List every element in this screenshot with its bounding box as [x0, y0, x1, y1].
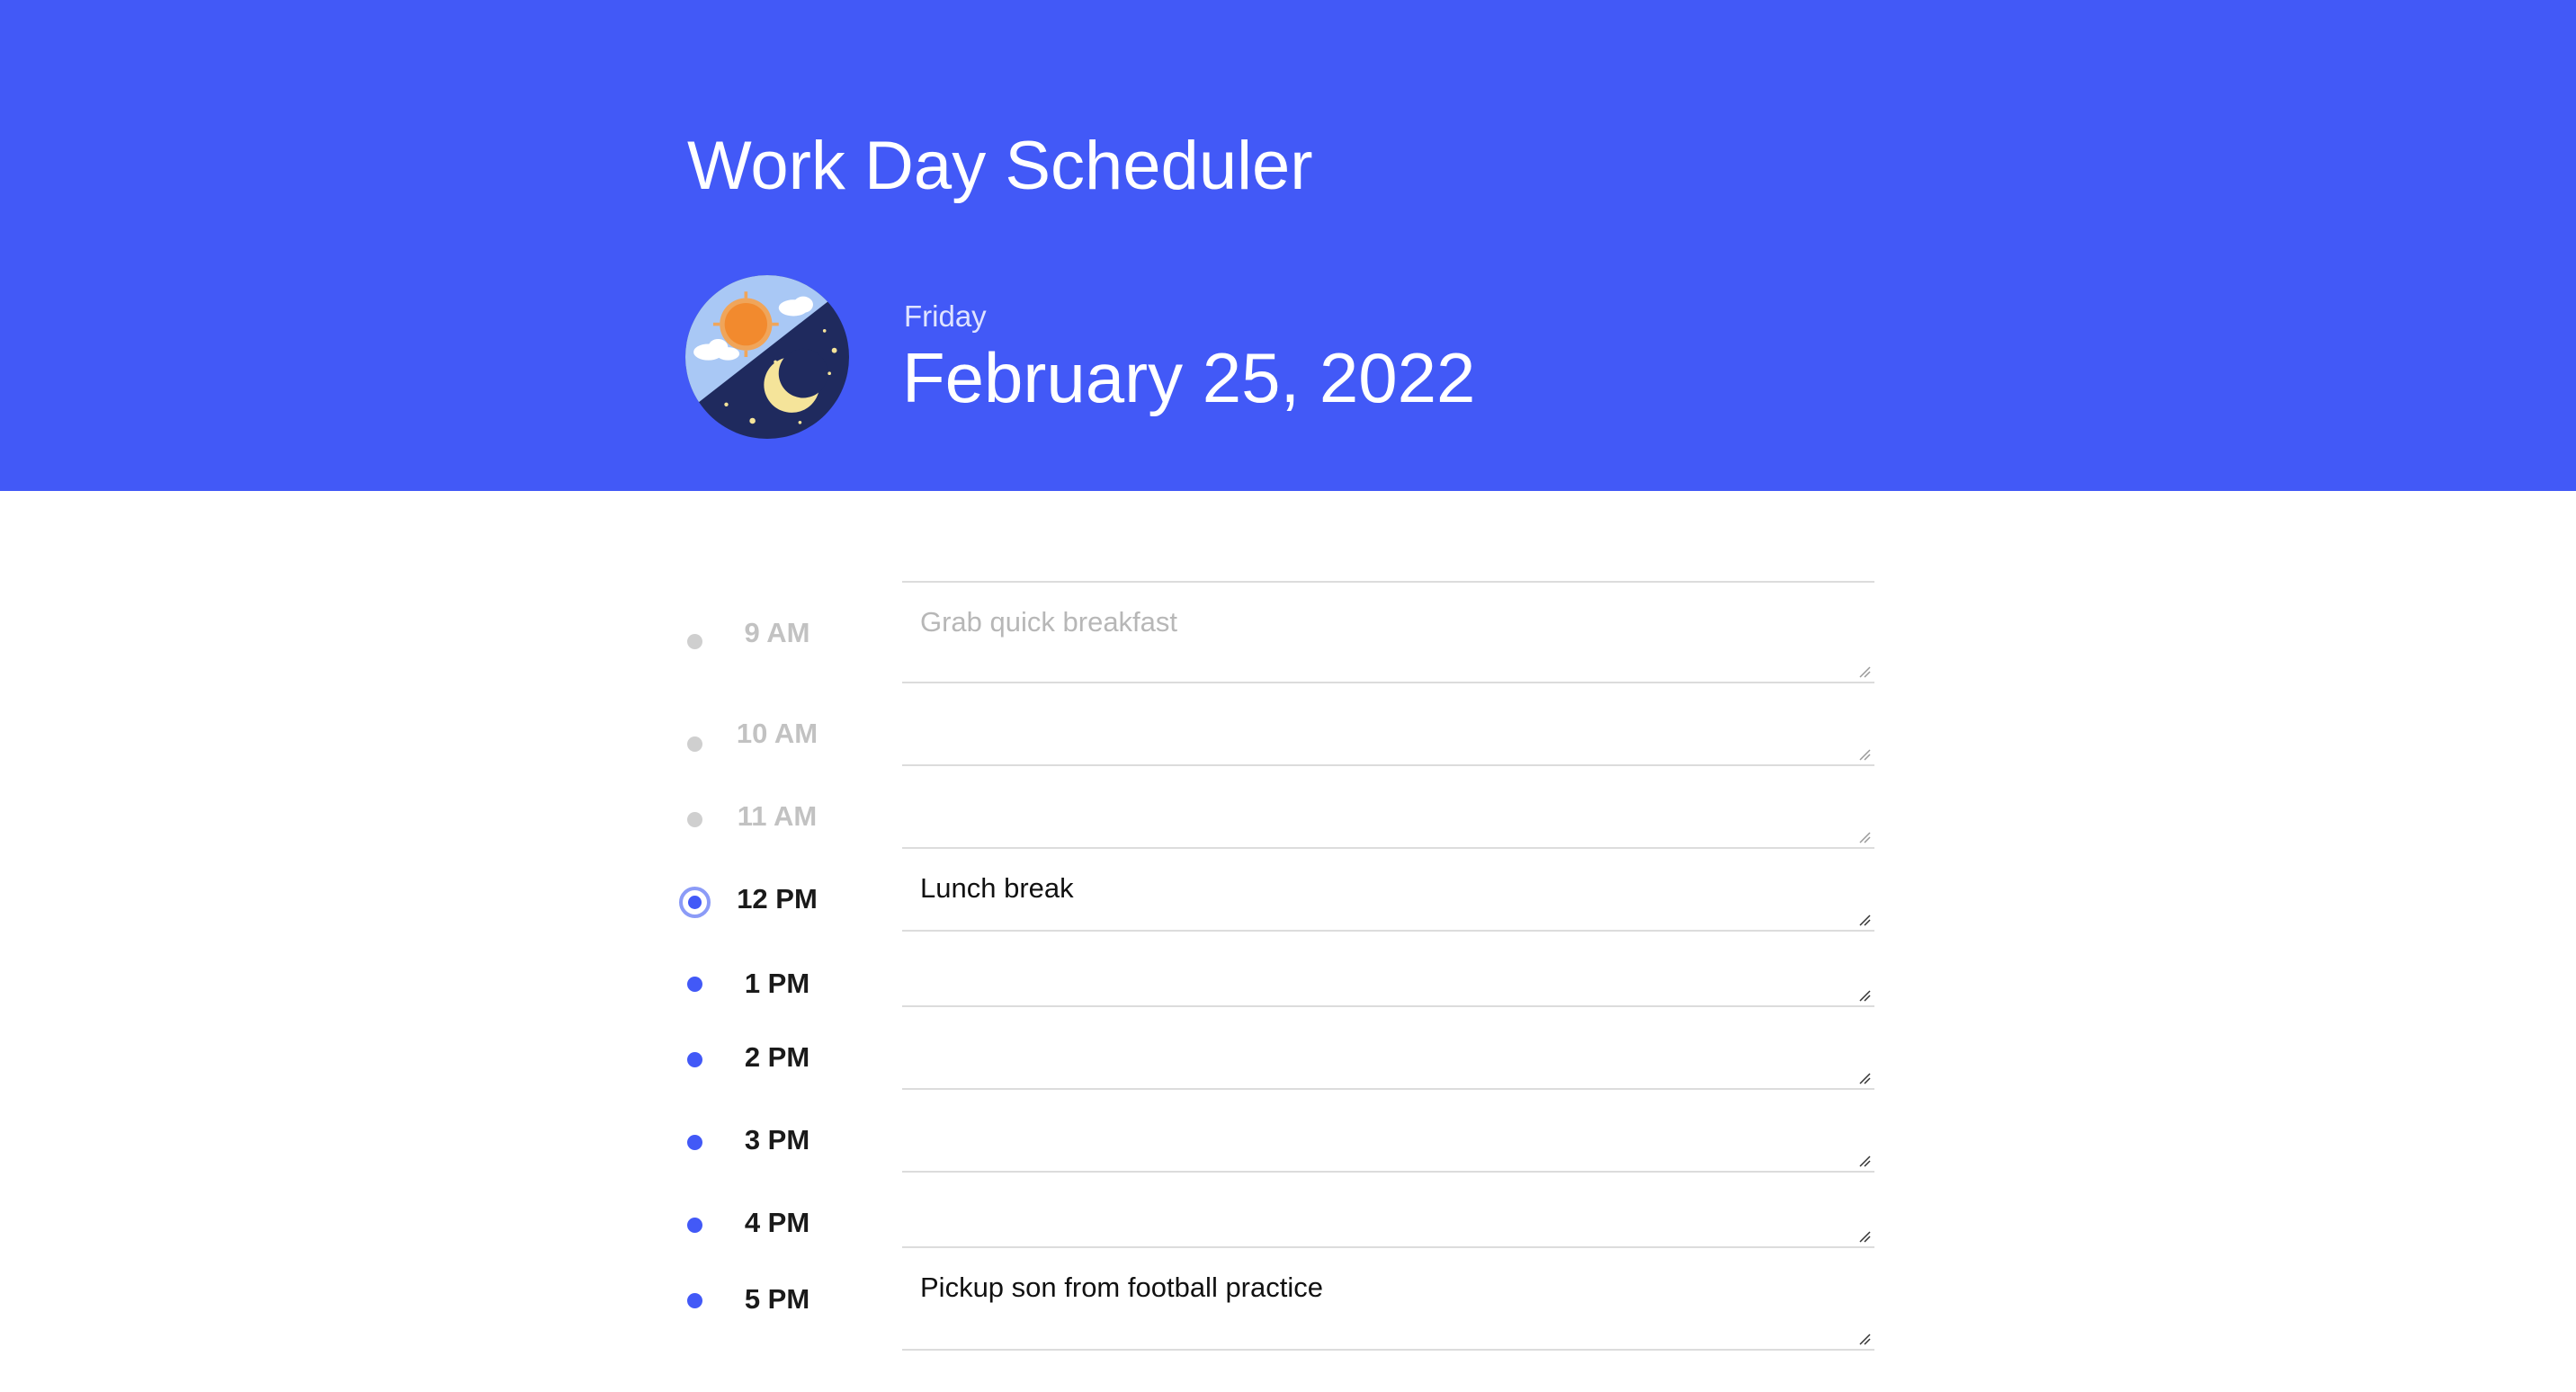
event-text: Grab quick breakfast [920, 606, 1178, 638]
event-textarea[interactable]: Grab quick breakfast [902, 581, 1874, 683]
time-block-2pm: 2 PM [666, 1007, 1874, 1090]
hour-label: 12 PM [737, 883, 818, 915]
event-textarea[interactable] [902, 766, 1874, 849]
resize-handle-icon[interactable] [1856, 1070, 1871, 1084]
time-block-10am: 10 AM [666, 683, 1874, 766]
time-block-3pm: 3 PM [666, 1090, 1874, 1173]
time-block-1pm: 1 PM [666, 932, 1874, 1007]
event-text: Pickup son from football practice [920, 1272, 1323, 1303]
resize-handle-icon[interactable] [1856, 664, 1871, 678]
current-hour-indicator [679, 887, 711, 918]
resize-handle-icon[interactable] [1856, 912, 1871, 926]
current-date: February 25, 2022 [902, 338, 1476, 417]
status-dot [687, 1135, 702, 1150]
event-textarea[interactable] [902, 1090, 1874, 1173]
hour-label: 4 PM [744, 1207, 810, 1238]
resize-handle-icon[interactable] [1856, 987, 1871, 1002]
resize-handle-icon[interactable] [1856, 1228, 1871, 1243]
event-textarea[interactable] [902, 683, 1874, 766]
time-block-12pm: 12 PM Lunch break [666, 849, 1874, 932]
hour-label: 3 PM [744, 1124, 810, 1156]
status-dot [687, 812, 702, 827]
resize-handle-icon[interactable] [1856, 829, 1871, 843]
time-block-5pm: 5 PM Pickup son from football practice [666, 1248, 1874, 1351]
event-textarea[interactable] [902, 1173, 1874, 1248]
resize-handle-icon[interactable] [1856, 1331, 1871, 1345]
event-textarea[interactable] [902, 1007, 1874, 1090]
time-block-4pm: 4 PM [666, 1173, 1874, 1248]
time-block-9am: 9 AM Grab quick breakfast [666, 581, 1874, 683]
event-textarea[interactable] [902, 932, 1874, 1007]
header-banner: Work Day Scheduler Friday February 25, 2… [0, 0, 2576, 491]
current-weekday: Friday [904, 299, 987, 333]
event-textarea[interactable]: Lunch break [902, 849, 1874, 932]
hour-label: 10 AM [736, 718, 818, 749]
status-dot [687, 1052, 702, 1067]
event-textarea[interactable]: Pickup son from football practice [902, 1248, 1874, 1351]
hour-label: 11 AM [737, 800, 818, 832]
hour-label: 1 PM [744, 968, 810, 999]
status-dot [687, 1293, 702, 1308]
hour-label: 2 PM [744, 1041, 810, 1073]
page-title: Work Day Scheduler [687, 128, 1313, 204]
hour-label: 5 PM [744, 1283, 810, 1315]
status-dot [687, 977, 702, 992]
sun-and-moon-icon [685, 275, 849, 439]
resize-handle-icon[interactable] [1856, 746, 1871, 761]
status-dot [687, 736, 702, 752]
resize-handle-icon[interactable] [1856, 1153, 1871, 1167]
event-text: Lunch break [920, 872, 1074, 904]
time-block-11am: 11 AM [666, 766, 1874, 849]
status-dot [687, 1218, 702, 1233]
hour-label: 9 AM [744, 617, 810, 648]
status-dot [687, 634, 702, 649]
